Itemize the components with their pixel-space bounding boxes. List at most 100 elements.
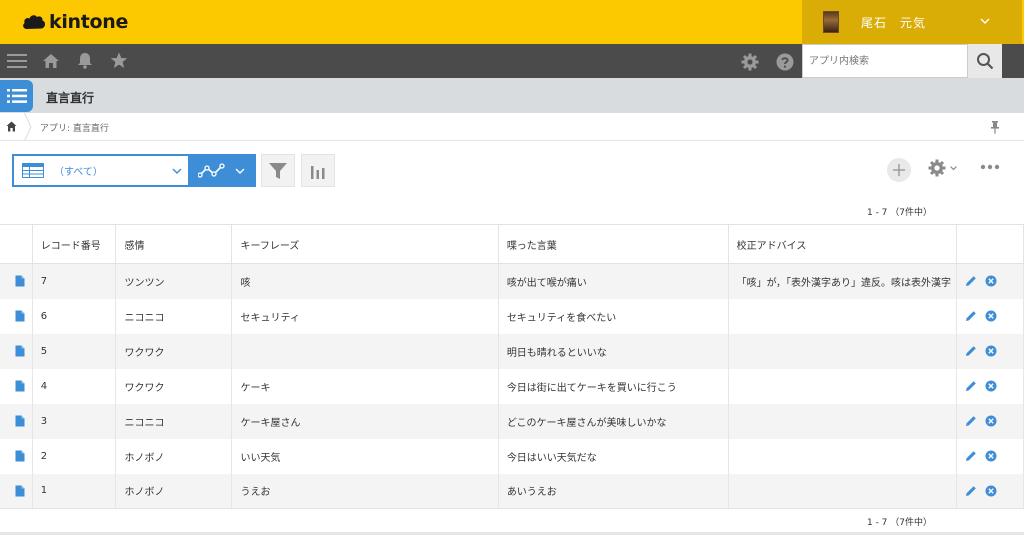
table-cell: ホノボノ [115, 473, 233, 509]
table-cell: セキュリティ [231, 298, 499, 334]
table-cell [728, 473, 958, 509]
table-row[interactable]: 1 ホノボノ うえお あいうえお [0, 473, 1024, 509]
record-detail-cell[interactable] [0, 473, 33, 509]
line-chart-icon [198, 162, 225, 178]
edit-pencil-icon[interactable] [965, 415, 977, 427]
pager-top: 1 - 7 （7件中） [866, 208, 932, 218]
bar-chart-icon [311, 165, 325, 179]
delete-icon[interactable] [985, 275, 997, 287]
table-row[interactable]: 4 ワクワク ケーキ 今日は街に出てケーキを買いに行こう [0, 368, 1024, 404]
column-header[interactable]: レコード番号 [32, 224, 117, 264]
help-icon[interactable] [776, 53, 794, 71]
view-selector[interactable]: （すべて） [12, 154, 190, 187]
kintone-logo[interactable]: kintone [22, 9, 128, 35]
record-detail-icon[interactable] [15, 485, 25, 497]
more-options-icon[interactable] [980, 164, 1000, 170]
edit-pencil-icon[interactable] [965, 380, 977, 392]
edit-pencil-icon[interactable] [965, 310, 977, 322]
search-field[interactable] [802, 44, 968, 78]
table-cell: 今日は街に出てケーキを買いに行こう [498, 368, 729, 404]
app-header [0, 78, 1024, 113]
add-record-button[interactable] [887, 158, 911, 182]
table-cell: セキュリティを食べたい [498, 298, 729, 334]
table-cell: 3 [32, 403, 117, 439]
search-input[interactable] [803, 45, 967, 77]
table-cell: 咳が出て喉が痛い [498, 263, 729, 299]
plus-icon [893, 164, 905, 176]
table-cell: いい天気 [231, 438, 499, 474]
star-icon[interactable] [110, 52, 128, 69]
logo-text: kintone [49, 11, 129, 33]
gear-icon [928, 159, 946, 177]
record-detail-cell[interactable] [0, 438, 33, 474]
filter-icon [269, 162, 287, 179]
table-cell: ケーキ [231, 368, 499, 404]
filter-button[interactable] [261, 154, 295, 187]
cloud-logo-icon [23, 15, 46, 29]
record-detail-icon[interactable] [15, 310, 25, 322]
row-actions [956, 368, 1024, 404]
column-header[interactable]: キーフレーズ [231, 224, 499, 264]
record-detail-icon[interactable] [15, 380, 25, 392]
table-cell [728, 403, 958, 439]
record-detail-cell[interactable] [0, 403, 33, 439]
delete-icon[interactable] [985, 485, 997, 497]
delete-icon[interactable] [985, 415, 997, 427]
record-detail-icon[interactable] [15, 345, 25, 357]
record-detail-cell[interactable] [0, 333, 33, 369]
table-cell: ワクワク [115, 333, 233, 369]
list-icon [6, 89, 27, 103]
user-name: 尾石 元気 [861, 15, 927, 30]
record-detail-cell[interactable] [0, 263, 33, 299]
record-table: レコード番号 感情 キーフレーズ 喋った言葉 校正アドバイス 7 ツンツン咳咳が出… [0, 224, 1024, 509]
table-row[interactable]: 3 ニコニコ ケーキ屋さん どこのケーキ屋さんが美味しいかな [0, 403, 1024, 439]
delete-icon[interactable] [985, 345, 997, 357]
record-detail-cell[interactable] [0, 368, 33, 404]
edit-pencil-icon[interactable] [965, 450, 977, 462]
column-header[interactable]: 喋った言葉 [498, 224, 729, 264]
row-actions [956, 473, 1024, 509]
app-settings-button[interactable] [928, 159, 957, 177]
app-list-icon[interactable] [0, 80, 33, 112]
edit-pencil-icon[interactable] [965, 345, 977, 357]
table-cell: 7 [32, 263, 117, 299]
home-icon[interactable] [42, 53, 60, 69]
gear-icon[interactable] [741, 53, 759, 71]
delete-icon[interactable] [985, 450, 997, 462]
record-detail-icon[interactable] [15, 275, 25, 287]
home-icon[interactable] [6, 121, 17, 132]
pin-icon[interactable] [990, 120, 1000, 134]
table-cell: あいうえお [498, 473, 729, 509]
table-cell: ケーキ屋さん [231, 403, 499, 439]
column-header[interactable]: 校正アドバイス [728, 224, 958, 264]
delete-icon[interactable] [985, 310, 997, 322]
edit-pencil-icon[interactable] [965, 485, 977, 497]
record-detail-icon[interactable] [15, 415, 25, 427]
header-actions-spacer [956, 224, 1024, 264]
delete-icon[interactable] [985, 380, 997, 392]
table-cell: ニコニコ [115, 403, 233, 439]
record-detail-icon[interactable] [15, 450, 25, 462]
record-detail-cell[interactable] [0, 298, 33, 334]
table-row[interactable]: 7 ツンツン咳咳が出て喉が痛い 「咳」が，「表外漢字あり」違反。咳は表外漢字 [0, 263, 1024, 299]
row-actions [956, 263, 1024, 299]
table-row[interactable]: 5 ワクワク 明日も晴れるといいな [0, 333, 1024, 369]
table-cell: 今日はいい天気だな [498, 438, 729, 474]
table-row[interactable]: 2 ホノボノ いい天気 今日はいい天気だな [0, 438, 1024, 474]
table-cell [728, 438, 958, 474]
bell-icon[interactable] [77, 52, 93, 69]
table-cell: 4 [32, 368, 117, 404]
search-button[interactable] [968, 44, 1002, 78]
breadcrumb-separator-icon [24, 113, 32, 141]
pager-bottom: 1 - 7 （7件中） [866, 518, 932, 528]
table-row[interactable]: 6 ニコニコ セキュリティ セキュリティを食べたい [0, 298, 1024, 334]
menu-icon[interactable] [7, 53, 27, 69]
edit-pencil-icon[interactable] [965, 275, 977, 287]
breadcrumb-app-link[interactable]: アプリ: 直言直行 [40, 121, 109, 134]
column-header[interactable]: 感情 [115, 224, 233, 264]
graph-selector-button[interactable] [190, 154, 256, 187]
table-cell: 6 [32, 298, 117, 334]
graph-button[interactable] [301, 154, 335, 187]
user-menu[interactable]: 尾石 元気 [802, 0, 1022, 44]
table-cell: どこのケーキ屋さんが美味しいかな [498, 403, 729, 439]
